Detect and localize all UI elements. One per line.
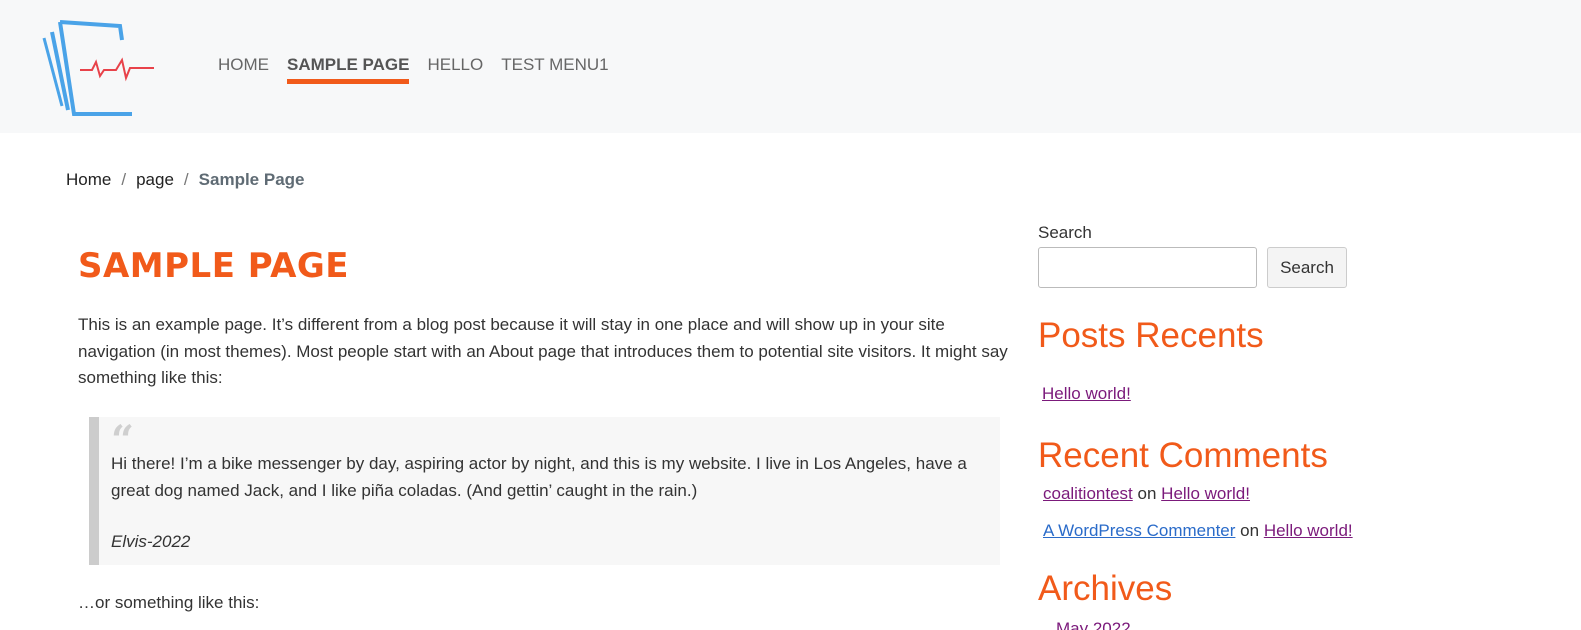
- breadcrumb-separator: /: [121, 170, 127, 189]
- nav-item-home[interactable]: HOME: [218, 55, 269, 85]
- archives-title: Archives: [1038, 569, 1173, 608]
- search-input[interactable]: [1038, 247, 1257, 288]
- recent-comment-item: A WordPress Commenter on Hello world!: [1043, 521, 1353, 541]
- nav-item-test-menu1[interactable]: TEST MENU1: [501, 55, 608, 85]
- site-header: HOME SAMPLE PAGE HELLO TEST MENU1: [0, 0, 1581, 133]
- comment-post-link[interactable]: Hello world!: [1161, 484, 1250, 503]
- archive-link[interactable]: May 2022: [1056, 619, 1131, 630]
- archive-item: May 2022: [1056, 619, 1131, 630]
- quote-text: Hi there! I’m a bike messenger by day, a…: [111, 454, 967, 500]
- outro-paragraph: …or something like this:: [78, 593, 260, 612]
- search-label: Search: [1038, 223, 1092, 242]
- search-button[interactable]: Search: [1267, 247, 1347, 288]
- page-title: SAMPLE PAGE: [78, 246, 350, 286]
- breadcrumb-separator: /: [183, 170, 189, 189]
- breadcrumb: Home / page / Sample Page: [66, 170, 304, 190]
- comment-post-link[interactable]: Hello world!: [1264, 521, 1353, 540]
- nav-item-hello[interactable]: HELLO: [427, 55, 483, 85]
- quote-citation: Elvis-2022: [111, 532, 191, 551]
- comment-on-text: on: [1137, 484, 1157, 503]
- breadcrumb-home[interactable]: Home: [66, 170, 111, 190]
- main-nav: HOME SAMPLE PAGE HELLO TEST MENU1: [218, 55, 627, 85]
- breadcrumb-parent[interactable]: page: [136, 170, 174, 190]
- nav-item-sample-page[interactable]: SAMPLE PAGE: [287, 55, 410, 85]
- comment-on-text: on: [1240, 521, 1260, 540]
- site-logo-icon[interactable]: [40, 18, 158, 118]
- recent-posts-title: Posts Recents: [1038, 316, 1264, 355]
- recent-comment-item: coalitiontest on Hello world!: [1043, 484, 1250, 504]
- blockquote: “ Hi there! I’m a bike messenger by day,…: [89, 417, 1000, 565]
- comment-author-link[interactable]: coalitiontest: [1043, 484, 1133, 503]
- recent-post-link[interactable]: Hello world!: [1042, 384, 1131, 403]
- breadcrumb-current: Sample Page: [198, 170, 305, 189]
- comment-author-link[interactable]: A WordPress Commenter: [1043, 521, 1235, 540]
- intro-paragraph: This is an example page. It’s different …: [78, 315, 1008, 387]
- recent-post-item: Hello world!: [1042, 384, 1131, 404]
- recent-comments-title: Recent Comments: [1038, 436, 1328, 475]
